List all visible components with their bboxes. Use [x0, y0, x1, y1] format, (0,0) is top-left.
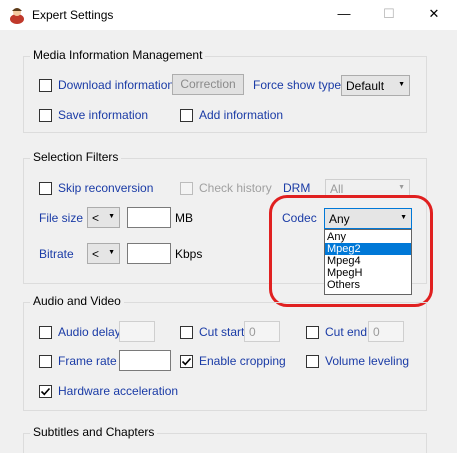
save-info-checkbox[interactable] — [39, 109, 52, 122]
chevron-down-icon: ▼ — [398, 184, 405, 191]
drm-value: All — [330, 182, 344, 196]
checkmark-icon — [181, 357, 192, 366]
add-info-label[interactable]: Add information — [199, 108, 283, 122]
skip-reconversion-label[interactable]: Skip reconversion — [58, 181, 153, 195]
media-info-legend: Media Information Management — [30, 48, 206, 62]
correction-button[interactable]: Correction — [172, 74, 244, 95]
enable-cropping-label[interactable]: Enable cropping — [199, 354, 286, 368]
bitrate-input[interactable] — [127, 243, 171, 264]
cut-end-input[interactable]: 0 — [368, 321, 404, 342]
cut-start-value: 0 — [249, 325, 256, 339]
close-button[interactable]: ✕ — [426, 6, 442, 22]
save-info-label[interactable]: Save information — [58, 108, 148, 122]
check-history-label[interactable]: Check history — [199, 181, 272, 195]
bitrate-label: Bitrate — [39, 247, 74, 261]
drm-label: DRM — [283, 181, 311, 195]
skip-reconversion-checkbox[interactable] — [39, 182, 52, 195]
cut-end-label[interactable]: Cut end — [325, 325, 367, 339]
checkmark-icon — [40, 387, 51, 396]
enable-cropping-checkbox[interactable] — [180, 355, 193, 368]
volume-leveling-checkbox[interactable] — [306, 355, 319, 368]
file-size-operator-select[interactable]: < ▼ — [87, 207, 120, 228]
file-size-input[interactable] — [127, 207, 171, 228]
app-icon — [10, 8, 24, 24]
force-show-type-value: Default — [346, 79, 385, 93]
cut-start-input[interactable]: 0 — [244, 321, 280, 342]
cut-start-label[interactable]: Cut start — [199, 325, 244, 339]
highlight-annotation — [269, 195, 433, 307]
chevron-down-icon: ▼ — [398, 81, 405, 88]
check-history-checkbox[interactable] — [180, 182, 193, 195]
cut-end-checkbox[interactable] — [306, 326, 319, 339]
audio-delay-checkbox[interactable] — [39, 326, 52, 339]
file-size-operator-value: < — [92, 211, 100, 225]
bitrate-unit: Kbps — [175, 247, 203, 261]
frame-rate-checkbox[interactable] — [39, 355, 52, 368]
title-bar: Expert Settings — ☐ ✕ — [0, 0, 457, 30]
subtitles-chapters-legend: Subtitles and Chapters — [30, 425, 158, 439]
chevron-down-icon: ▼ — [108, 249, 115, 256]
audio-delay-input[interactable] — [119, 321, 155, 342]
bitrate-operator-value: < — [92, 247, 100, 261]
subtitles-chapters-group: Subtitles and Chapters — [23, 425, 427, 453]
chevron-down-icon: ▼ — [108, 213, 115, 220]
file-size-unit: MB — [175, 211, 193, 225]
audio-video-legend: Audio and Video — [30, 294, 124, 308]
frame-rate-input[interactable] — [119, 350, 171, 371]
file-size-label: File size — [39, 211, 84, 225]
download-info-checkbox[interactable] — [39, 79, 52, 92]
hardware-acceleration-label[interactable]: Hardware acceleration — [58, 384, 178, 398]
download-info-label[interactable]: Download information — [58, 78, 174, 92]
hardware-acceleration-checkbox[interactable] — [39, 385, 52, 398]
force-show-type-select[interactable]: Default ▼ — [341, 75, 410, 96]
add-info-checkbox[interactable] — [180, 109, 193, 122]
window-title: Expert Settings — [32, 8, 114, 22]
frame-rate-label[interactable]: Frame rate — [58, 354, 117, 368]
maximize-button[interactable]: ☐ — [381, 6, 397, 22]
force-show-type-label: Force show type — [253, 78, 342, 92]
selection-filters-legend: Selection Filters — [30, 150, 122, 164]
cut-end-value: 0 — [373, 325, 380, 339]
bitrate-operator-select[interactable]: < ▼ — [87, 243, 120, 264]
cut-start-checkbox[interactable] — [180, 326, 193, 339]
volume-leveling-label[interactable]: Volume leveling — [325, 354, 409, 368]
minimize-button[interactable]: — — [336, 6, 352, 22]
audio-delay-label[interactable]: Audio delay — [58, 325, 121, 339]
